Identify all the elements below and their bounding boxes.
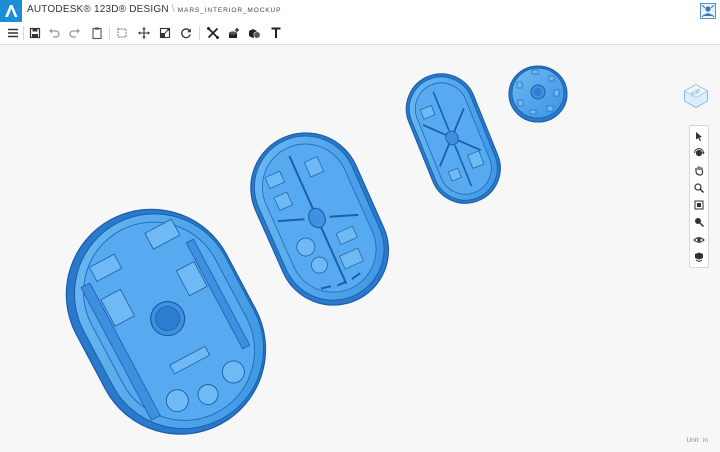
- orbit-icon[interactable]: [693, 146, 705, 158]
- unit-value[interactable]: in: [703, 437, 708, 444]
- clipboard-icon[interactable]: [89, 25, 105, 41]
- refresh-icon[interactable]: [178, 25, 194, 41]
- app-title: AUTODESK® 123D® DESIGN \ MARS_INTERIOR_MOC…: [27, 4, 281, 15]
- title-separator: \: [171, 4, 175, 15]
- undo-icon[interactable]: [46, 25, 62, 41]
- zoom-icon[interactable]: [693, 181, 705, 194]
- modify-icon[interactable]: [205, 25, 221, 41]
- model-capsule-small[interactable]: [396, 63, 511, 213]
- combine-icon[interactable]: [226, 25, 242, 41]
- project-name: MARS_INTERIOR_MOCKUP: [177, 7, 282, 14]
- 3d-viewport[interactable]: TOP Unit: in: [0, 45, 720, 452]
- visibility-icon[interactable]: [693, 233, 705, 245]
- toolbar-divider: [109, 26, 110, 40]
- zoom-window-icon[interactable]: [693, 215, 705, 228]
- unit-indicator: Unit: in: [684, 437, 708, 444]
- fit-icon[interactable]: [693, 198, 705, 210]
- unit-label: Unit:: [686, 437, 700, 444]
- user-account-icon[interactable]: [700, 3, 716, 19]
- primitives-icon[interactable]: [114, 25, 130, 41]
- title-bar: AUTODESK® 123D® DESIGN \ MARS_INTERIOR_MOC…: [0, 0, 720, 23]
- toolbar-divider: [23, 26, 24, 40]
- redo-icon[interactable]: [67, 25, 83, 41]
- brand-name: AUTODESK® 123D® DESIGN: [27, 4, 169, 15]
- navigation-bar: [689, 125, 709, 268]
- model-capsule-medium[interactable]: [233, 115, 406, 322]
- app-logo-icon[interactable]: [0, 0, 22, 22]
- model-disc[interactable]: [508, 65, 568, 123]
- model-capsule-large[interactable]: [36, 179, 295, 452]
- select-icon[interactable]: [693, 129, 705, 141]
- toolbar-divider: [199, 26, 200, 40]
- save-icon[interactable]: [27, 25, 43, 41]
- group-icon[interactable]: [246, 25, 262, 41]
- scale-icon[interactable]: [157, 25, 173, 41]
- scene-canvas[interactable]: [0, 45, 720, 452]
- material-icon[interactable]: [693, 250, 705, 263]
- view-cube[interactable]: TOP: [683, 83, 709, 109]
- text-icon[interactable]: [268, 25, 284, 41]
- transform-icon[interactable]: [136, 25, 152, 41]
- menu-icon[interactable]: [5, 25, 21, 41]
- main-toolbar: [0, 22, 720, 45]
- pan-icon[interactable]: [693, 163, 705, 176]
